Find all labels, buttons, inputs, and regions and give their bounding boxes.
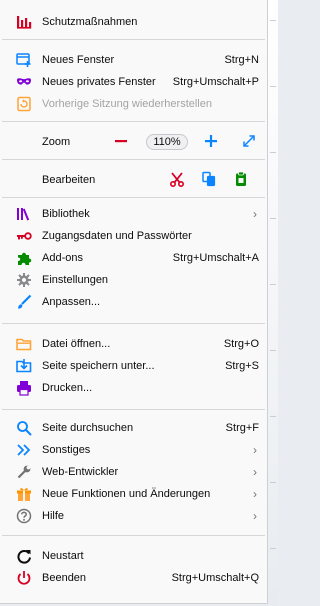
save-icon <box>16 358 32 374</box>
scissors-icon <box>169 171 185 190</box>
chevron-right-icon: › <box>253 207 257 221</box>
menu-item-web-developer[interactable]: Web-Entwickler › <box>0 461 267 483</box>
menu-item-label: Neustart <box>42 550 84 562</box>
copy-button[interactable] <box>196 169 222 191</box>
menu-item-label: Web-Entwickler <box>42 466 119 478</box>
app-menu-panel: Schutzmaßnahmen Neues Fenster Strg+N Neu… <box>0 0 268 604</box>
menu-item-label: Neues privates Fenster <box>42 76 156 88</box>
menu-item-new-window[interactable]: Neues Fenster Strg+N <box>0 49 267 71</box>
edit-label: Bearbeiten <box>42 174 96 186</box>
chevron-right-icon: › <box>253 509 257 523</box>
fullscreen-icon <box>242 134 256 151</box>
shortcut-label: Strg+S <box>225 360 259 372</box>
clipboard-icon <box>233 171 249 190</box>
copy-icon <box>201 171 217 190</box>
menu-item-label: Seite speichern unter... <box>42 360 155 372</box>
menu-item-label: Anpassen... <box>42 296 101 308</box>
menu-item-new-private-window[interactable]: Neues privates Fenster Strg+Umschalt+P <box>0 71 267 93</box>
gift-icon <box>16 486 32 502</box>
plus-icon <box>204 134 218 151</box>
menu-item-more[interactable]: Sonstiges › <box>0 439 267 461</box>
edit-controls: Bearbeiten <box>0 169 267 191</box>
chevron-right-icon: › <box>253 465 257 479</box>
printer-icon <box>16 380 32 396</box>
menu-item-whats-new[interactable]: Neue Funktionen und Änderungen › <box>0 483 267 505</box>
shortcut-label: Strg+Umschalt+Q <box>171 572 259 584</box>
menu-separator <box>2 159 265 160</box>
menu-item-label: Drucken... <box>42 382 93 394</box>
menu-item-settings[interactable]: Einstellungen <box>0 269 267 291</box>
menu-separator <box>2 535 265 536</box>
menu-item-quit[interactable]: Beenden Strg+Umschalt+Q <box>0 567 267 589</box>
restore-session-icon <box>16 96 32 112</box>
menu-item-open-file[interactable]: Datei öffnen... Strg+O <box>0 333 267 355</box>
library-icon <box>16 206 32 222</box>
menu-item-label: Vorherige Sitzung wiederherstellen <box>42 98 212 110</box>
menu-item-label: Sonstiges <box>42 444 91 456</box>
menu-item-customize[interactable]: Anpassen... <box>0 291 267 313</box>
menu-item-restore-session[interactable]: Vorherige Sitzung wiederherstellen <box>0 93 267 115</box>
shortcut-label: Strg+O <box>223 338 259 350</box>
double-chevron-icon <box>16 442 32 458</box>
shortcut-label: Strg+Umschalt+A <box>172 252 259 264</box>
bar-chart-icon <box>16 14 32 30</box>
paintbrush-icon <box>16 294 32 310</box>
menu-item-label: Einstellungen <box>42 274 109 286</box>
cut-button[interactable] <box>164 169 190 191</box>
minus-icon <box>114 134 128 151</box>
chevron-right-icon: › <box>253 443 257 457</box>
new-window-icon <box>16 52 32 68</box>
help-icon <box>16 508 32 524</box>
gear-icon <box>16 272 32 288</box>
key-icon <box>16 228 32 244</box>
menu-item-label: Add-ons <box>42 252 83 264</box>
menu-item-logins[interactable]: Zugangsdaten und Passwörter <box>0 225 267 247</box>
menu-separator <box>2 323 265 324</box>
menu-item-addons[interactable]: Add-ons Strg+Umschalt+A <box>0 247 267 269</box>
menu-item-label: Neues Fenster <box>42 54 115 66</box>
menu-separator <box>2 409 265 410</box>
menu-item-label: Beenden <box>42 572 87 584</box>
menu-item-label: Bibliothek <box>42 208 90 220</box>
zoom-controls: Zoom 110% <box>0 131 267 153</box>
zoom-out-button[interactable] <box>108 131 134 153</box>
zoom-in-button[interactable] <box>198 131 224 153</box>
menu-item-label: Schutzmaßnahmen <box>42 16 138 28</box>
search-icon <box>16 420 32 436</box>
menu-item-print[interactable]: Drucken... <box>0 377 267 399</box>
menu-separator <box>2 197 265 198</box>
shortcut-label: Strg+N <box>224 54 259 66</box>
menu-item-save-page[interactable]: Seite speichern unter... Strg+S <box>0 355 267 377</box>
shortcut-label: Strg+Umschalt+P <box>172 76 259 88</box>
power-icon <box>16 570 32 586</box>
paste-button[interactable] <box>228 169 254 191</box>
fullscreen-button[interactable] <box>236 131 262 153</box>
restart-icon <box>16 548 32 564</box>
zoom-reset-button[interactable]: 110% <box>146 134 188 150</box>
menu-item-label: Datei öffnen... <box>42 338 111 350</box>
menu-item-label: Seite durchsuchen <box>42 422 134 434</box>
menu-separator <box>2 121 265 122</box>
menu-item-library[interactable]: Bibliothek › <box>0 203 267 225</box>
menu-item-restart[interactable]: Neustart <box>0 545 267 567</box>
background-page-edge <box>268 0 278 606</box>
private-mask-icon <box>16 74 32 90</box>
menu-item-label: Neue Funktionen und Änderungen <box>42 488 211 500</box>
shortcut-label: Strg+F <box>225 422 259 434</box>
menu-item-find[interactable]: Seite durchsuchen Strg+F <box>0 417 267 439</box>
menu-item-label: Hilfe <box>42 510 65 522</box>
menu-item-help[interactable]: Hilfe › <box>0 505 267 527</box>
folder-icon <box>16 336 32 352</box>
menu-item-label: Zugangsdaten und Passwörter <box>42 230 192 242</box>
wrench-icon <box>16 464 32 480</box>
menu-separator <box>2 39 265 40</box>
chevron-right-icon: › <box>253 487 257 501</box>
zoom-label: Zoom <box>42 136 71 148</box>
puzzle-icon <box>16 250 32 266</box>
menu-item-protections[interactable]: Schutzmaßnahmen <box>0 11 267 33</box>
